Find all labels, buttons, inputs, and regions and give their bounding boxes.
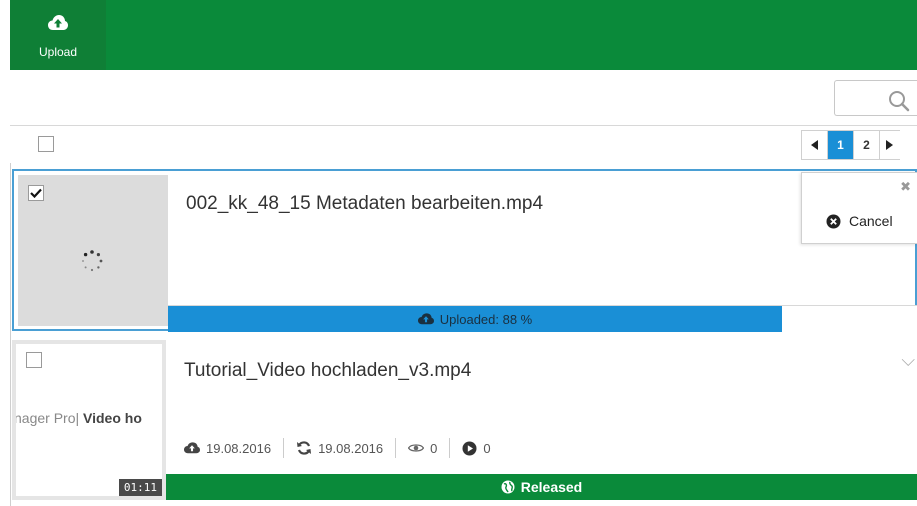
list-left-border <box>10 163 11 506</box>
item-thumbnail <box>18 175 168 326</box>
item-checkbox[interactable] <box>26 352 42 368</box>
meta-separator <box>449 438 451 458</box>
uploaded-date: 19.08.2016 <box>184 441 271 456</box>
search-input[interactable] <box>841 87 891 109</box>
list-header-row: 1 2 <box>10 127 917 163</box>
upload-progress-text: Uploaded: 88 % <box>168 306 782 332</box>
refresh-icon <box>297 441 312 455</box>
cloud-upload-icon <box>48 15 68 30</box>
close-icon[interactable]: ✖ <box>900 179 911 195</box>
views-count: 0 <box>408 441 437 456</box>
page-next-button[interactable] <box>880 131 900 159</box>
cloud-upload-icon <box>184 442 200 454</box>
page-prev-button[interactable] <box>802 131 828 159</box>
item-metadata: 19.08.2016 19.08.2016 0 0 <box>184 438 491 458</box>
thumbnail-caption-a: nager Pro <box>14 410 76 426</box>
item-action-menu: ✖ Cancel <box>801 172 917 244</box>
item-title[interactable]: 002_kk_48_15 Metadaten bearbeiten.mp4 <box>186 193 543 215</box>
play-icon <box>462 441 477 455</box>
meta-separator <box>283 438 285 458</box>
spinner-icon <box>82 250 103 272</box>
item-checkbox[interactable] <box>28 185 44 201</box>
select-all-checkbox[interactable] <box>38 136 54 152</box>
upload-button[interactable]: Upload <box>10 0 106 70</box>
list-item[interactable]: 002_kk_48_15 Metadaten bearbeiten.mp4 Up… <box>12 169 917 332</box>
meta-separator <box>395 438 397 458</box>
globe-icon <box>501 480 515 494</box>
item-title[interactable]: Tutorial_Video hochladen_v3.mp4 <box>184 360 471 382</box>
uploaded-date-value: 19.08.2016 <box>206 440 272 456</box>
plays-value: 0 <box>483 440 491 456</box>
status-badge: Released <box>166 474 917 500</box>
upload-label: Upload <box>38 45 78 59</box>
updated-date-value: 19.08.2016 <box>318 440 384 456</box>
plays-count: 0 <box>462 440 491 456</box>
status-label: Released <box>520 479 583 495</box>
top-toolbar: Upload <box>10 0 917 70</box>
search-row <box>10 70 917 126</box>
list-item[interactable]: nager Pro| Video ho 01:11 Tutorial_Video… <box>12 340 917 500</box>
search-icon[interactable] <box>888 90 910 112</box>
chevron-down-icon[interactable]: ⌵ <box>901 350 915 371</box>
upload-progress-label: Uploaded: 88 % <box>439 311 533 327</box>
upload-progress-bar: Uploaded: 88 % <box>168 305 917 332</box>
check-icon <box>30 188 42 198</box>
pagination: 1 2 <box>801 130 900 160</box>
chevron-left-icon <box>810 140 818 150</box>
item-thumbnail: nager Pro| Video ho 01:11 <box>12 340 166 500</box>
updated-date: 19.08.2016 <box>296 440 383 456</box>
cloud-upload-icon <box>417 313 434 325</box>
views-value: 0 <box>430 440 438 456</box>
eye-icon <box>408 444 425 452</box>
page-1-button[interactable]: 1 <box>828 131 854 159</box>
cancel-icon <box>826 214 841 228</box>
page-2-button[interactable]: 2 <box>854 131 880 159</box>
duration-badge: 01:11 <box>118 479 162 496</box>
cancel-upload-button[interactable]: Cancel <box>826 213 893 229</box>
cancel-label: Cancel <box>849 213 893 229</box>
thumbnail-caption: nager Pro| Video ho <box>14 410 142 426</box>
chevron-right-icon <box>886 140 893 150</box>
thumbnail-caption-b: Video ho <box>83 410 142 426</box>
